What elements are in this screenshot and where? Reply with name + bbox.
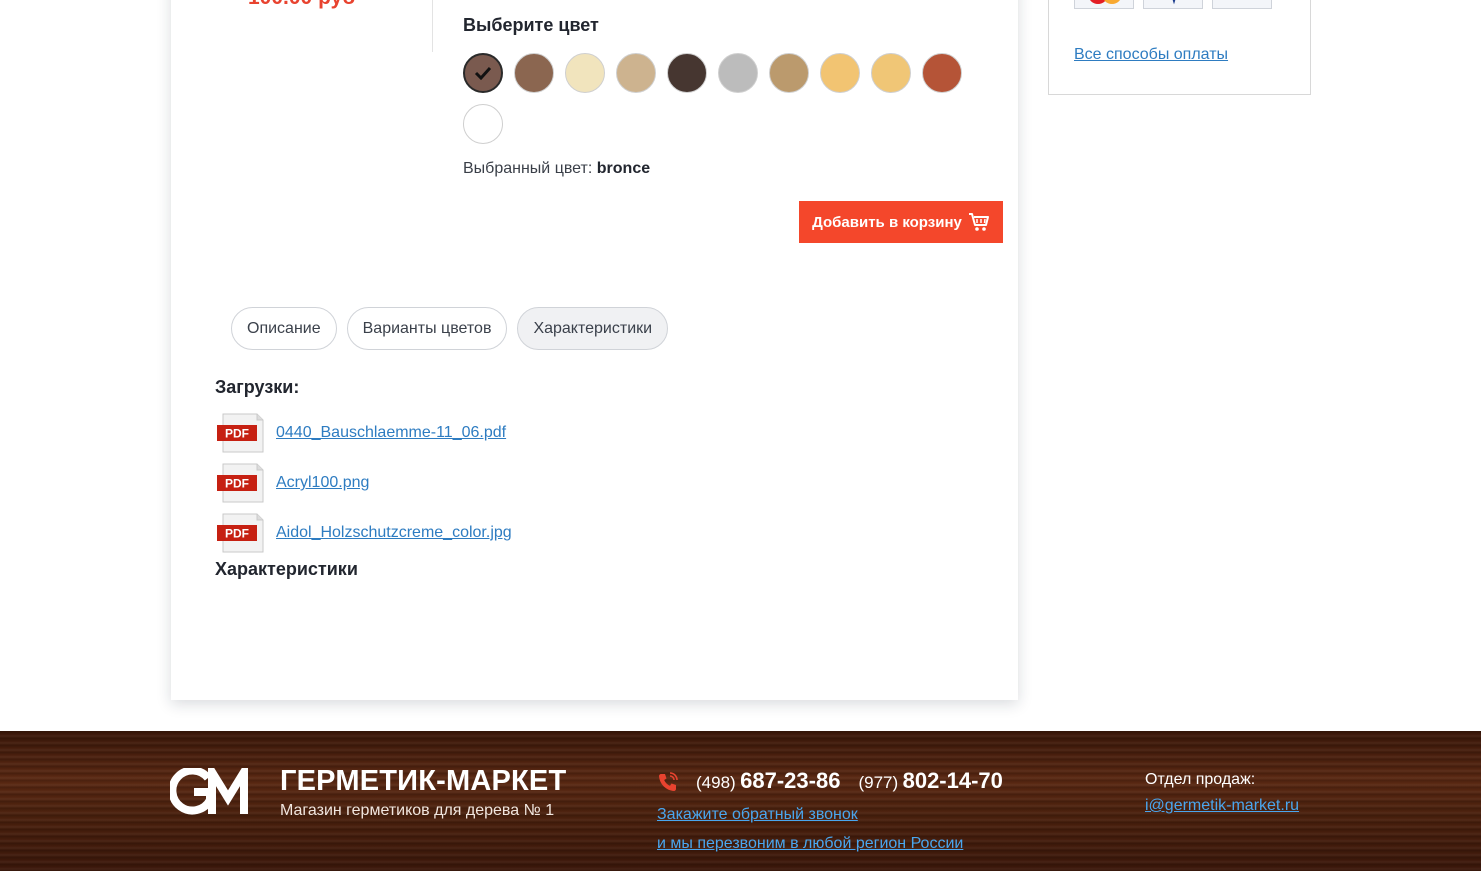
list-item: PDF Aidol_Holzschutzcreme_color.jpg <box>215 508 512 558</box>
visa-icon <box>1143 0 1203 9</box>
pdf-file-icon: PDF <box>217 413 264 453</box>
color-swatch[interactable] <box>514 53 554 93</box>
sales-email-link[interactable]: i@germetik-market.ru <box>1145 797 1299 815</box>
brand-name: ГЕРМЕТИК-МАРКЕТ <box>280 765 567 797</box>
phone-1[interactable]: (498) 687-23-86 <box>696 768 840 794</box>
cart-icon <box>968 213 989 231</box>
pdf-file-icon: PDF <box>217 513 264 553</box>
color-swatch[interactable] <box>463 104 503 144</box>
list-item: PDF 0440_Bauschlaemme-11_06.pdf <box>215 408 512 458</box>
pdf-icon-label: PDF <box>225 477 249 491</box>
pdf-icon-label: PDF <box>225 527 249 541</box>
phone-2[interactable]: (977) 802-14-70 <box>858 768 1002 794</box>
color-swatch[interactable] <box>769 53 809 93</box>
callback-link[interactable]: Закажите обратный звонок и мы перезвоним… <box>657 800 963 858</box>
download-link[interactable]: 0440_Bauschlaemme-11_06.pdf <box>276 424 506 442</box>
column-divider <box>432 0 433 52</box>
color-swatch[interactable] <box>565 53 605 93</box>
cash-icon <box>1212 0 1272 9</box>
download-link[interactable]: Acryl100.png <box>276 474 369 492</box>
site-footer: ГЕРМЕТИК-МАРКЕТ Магазин герметиков для д… <box>0 731 1481 871</box>
tab-description[interactable]: Описание <box>231 307 337 350</box>
mastercard-icon <box>1074 0 1134 9</box>
color-swatch[interactable] <box>820 53 860 93</box>
color-swatch[interactable] <box>667 53 707 93</box>
phone-1-code: (498) <box>696 773 736 792</box>
tab-characteristics[interactable]: Характеристики <box>517 307 669 350</box>
color-swatch[interactable] <box>616 53 656 93</box>
color-swatch[interactable] <box>922 53 962 93</box>
color-swatch[interactable] <box>463 53 503 93</box>
gm-logo-icon[interactable] <box>170 768 252 816</box>
add-to-cart-button[interactable]: Добавить в корзину <box>799 201 1003 243</box>
pdf-file-icon: PDF <box>217 463 264 503</box>
callback-line-2[interactable]: и мы перезвоним в любой регион России <box>657 829 963 858</box>
product-tabs: Описание Варианты цветов Характеристики <box>231 307 669 350</box>
sales-department-label: Отдел продаж: <box>1145 771 1256 788</box>
list-item: PDF Acryl100.png <box>215 458 512 508</box>
phone-icon <box>659 772 678 791</box>
product-price: 100.00 руб <box>248 0 355 10</box>
payment-logos <box>1074 0 1272 9</box>
color-swatch[interactable] <box>718 53 758 93</box>
payment-box: Все способы оплаты <box>1048 0 1311 95</box>
selected-color-line: Выбранный цвет: bronce <box>463 160 650 178</box>
download-link[interactable]: Aidol_Holzschutzcreme_color.jpg <box>276 524 512 542</box>
color-picker-title: Выберите цвет <box>463 15 599 35</box>
selected-color-label: Выбранный цвет: <box>463 160 593 177</box>
checkmark-icon <box>474 66 492 80</box>
downloads-list: PDF 0440_Bauschlaemme-11_06.pdf PDF Acry… <box>215 408 512 558</box>
phone-numbers: (498) 687-23-86 (977) 802-14-70 <box>696 768 1003 794</box>
color-swatches <box>463 53 983 144</box>
add-to-cart-label: Добавить в корзину <box>812 213 962 231</box>
characteristics-title: Характеристики <box>215 559 358 579</box>
pdf-icon-label: PDF <box>225 427 249 441</box>
all-payment-methods-link[interactable]: Все способы оплаты <box>1074 46 1228 64</box>
color-swatch[interactable] <box>871 53 911 93</box>
phone-1-number: 687-23-86 <box>740 768 841 793</box>
phone-2-number: 802-14-70 <box>902 768 1003 793</box>
downloads-title: Загрузки: <box>215 377 300 397</box>
selected-color-value: bronce <box>596 160 651 177</box>
tab-color-variants[interactable]: Варианты цветов <box>346 307 508 350</box>
phone-2-code: (977) <box>858 773 899 792</box>
callback-line-1[interactable]: Закажите обратный звонок <box>657 800 963 829</box>
brand-tagline: Магазин герметиков для дерева № 1 <box>280 802 555 819</box>
